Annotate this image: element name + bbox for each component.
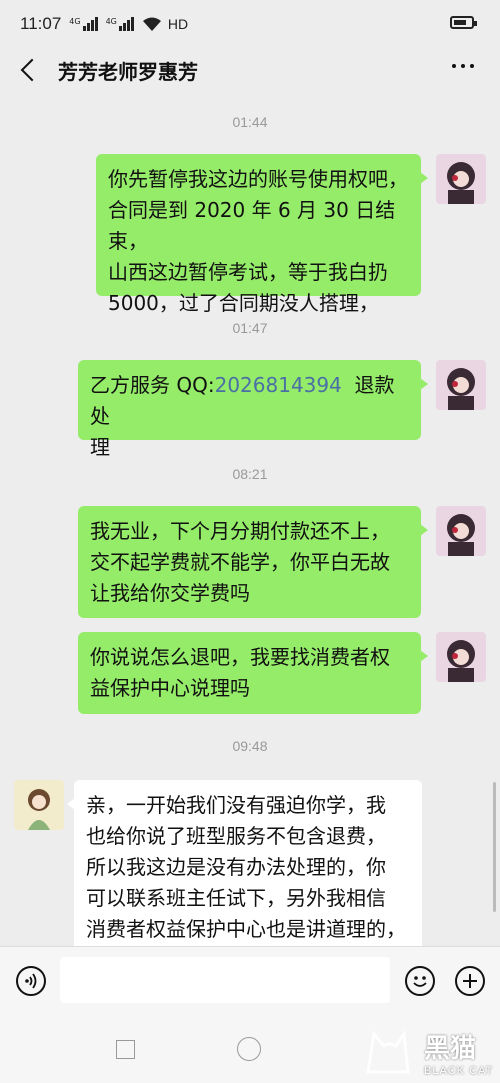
message-line: 可以联系班主任试下，另外我相信 — [86, 886, 386, 910]
wifi-icon — [142, 17, 161, 31]
signal-icon: 4G — [69, 17, 98, 31]
contact-avatar[interactable] — [14, 780, 64, 830]
chat-title: 芳芳老师罗惠芳 — [58, 59, 198, 84]
message-bubble-sent[interactable]: 你说说怎么退吧，我要找消费者权 益保护中心说理吗 — [78, 632, 428, 714]
message-line: 乙方服务 QQ:2026814394 退款处 — [90, 373, 395, 428]
message-bubble-sent[interactable]: 乙方服务 QQ:2026814394 退款处 理 — [78, 360, 428, 459]
timestamp: 01:47 — [232, 320, 268, 336]
message-line: 也给你说了班型服务不包含退费， — [86, 824, 386, 848]
timestamp: 01:44 — [232, 114, 268, 130]
my-avatar[interactable] — [436, 360, 486, 410]
message-line: 你说说怎么退吧，我要找消费者权 — [90, 645, 390, 669]
my-avatar[interactable] — [436, 632, 486, 682]
status-bar: 11:07 4G 4G HD — [0, 0, 500, 48]
message-line: 合同是到 2020 年 6 月 30 日结束， — [108, 198, 396, 253]
recent-apps-icon[interactable] — [116, 1040, 135, 1059]
message-line: 益保护中心说理吗 — [90, 676, 250, 700]
watermark-title: 黑猫 — [424, 1033, 477, 1063]
message-line: 亲，一开始我们没有强迫你学，我 — [86, 793, 386, 817]
chat-header: 芳芳老师罗惠芳 — [0, 48, 500, 92]
message-line: 消费者权益保护中心也是讲道理的， — [86, 917, 406, 941]
hd-badge: HD — [167, 16, 189, 32]
message-line: 交不起学费就不能学，你平白无故 — [90, 550, 390, 574]
message-bubble-sent[interactable]: 我无业，下个月分期付款还不上， 交不起学费就不能学，你平白无故 让我给你交学费吗 — [78, 506, 428, 618]
message-line: 我无业，下个月分期付款还不上， — [90, 519, 390, 543]
timestamp: 09:48 — [232, 738, 268, 754]
watermark: 黑猫 BLACK CAT — [424, 1028, 493, 1077]
message-line: 你先暂停我这边的账号使用权吧， — [108, 167, 408, 191]
chat-area[interactable]: 01:44 你先暂停我这边的账号使用权吧， 合同是到 2020 年 6 月 30… — [0, 92, 500, 946]
my-avatar[interactable] — [436, 506, 486, 556]
message-line: 理 — [90, 435, 110, 459]
scrollbar[interactable] — [493, 782, 496, 912]
watermark-subtitle: BLACK CAT — [424, 1065, 494, 1077]
voice-icon[interactable] — [16, 966, 46, 996]
my-avatar[interactable] — [436, 154, 486, 204]
home-icon[interactable] — [237, 1037, 261, 1061]
emoji-icon[interactable] — [405, 966, 435, 996]
message-line: 所以我这边是没有办法处理的，你 — [86, 855, 386, 879]
message-bubble-sent[interactable]: 你先暂停我这边的账号使用权吧， 合同是到 2020 年 6 月 30 日结束， … — [96, 154, 428, 315]
qq-number-link[interactable]: 2026814394 — [215, 373, 342, 397]
message-input[interactable] — [60, 957, 390, 1003]
plus-icon[interactable] — [455, 966, 485, 996]
signal-icon-2: 4G — [106, 17, 134, 31]
more-icon[interactable] — [452, 64, 474, 68]
back-icon[interactable] — [20, 58, 44, 82]
status-time: 11:07 — [20, 14, 62, 33]
input-bar — [0, 946, 500, 1015]
battery-icon — [450, 16, 477, 29]
message-line: 5000，过了合同期没人搭理， — [108, 291, 379, 315]
message-bubble-received[interactable]: 亲，一开始我们没有强迫你学，我 也给你说了班型服务不包含退费， 所以我这边是没有… — [67, 780, 422, 946]
black-cat-logo-icon — [366, 1029, 410, 1074]
message-line: 山西这边暂停考试，等于我白扔 — [108, 260, 388, 284]
message-line: 让我给你交学费吗 — [90, 581, 250, 605]
timestamp: 08:21 — [232, 466, 268, 482]
